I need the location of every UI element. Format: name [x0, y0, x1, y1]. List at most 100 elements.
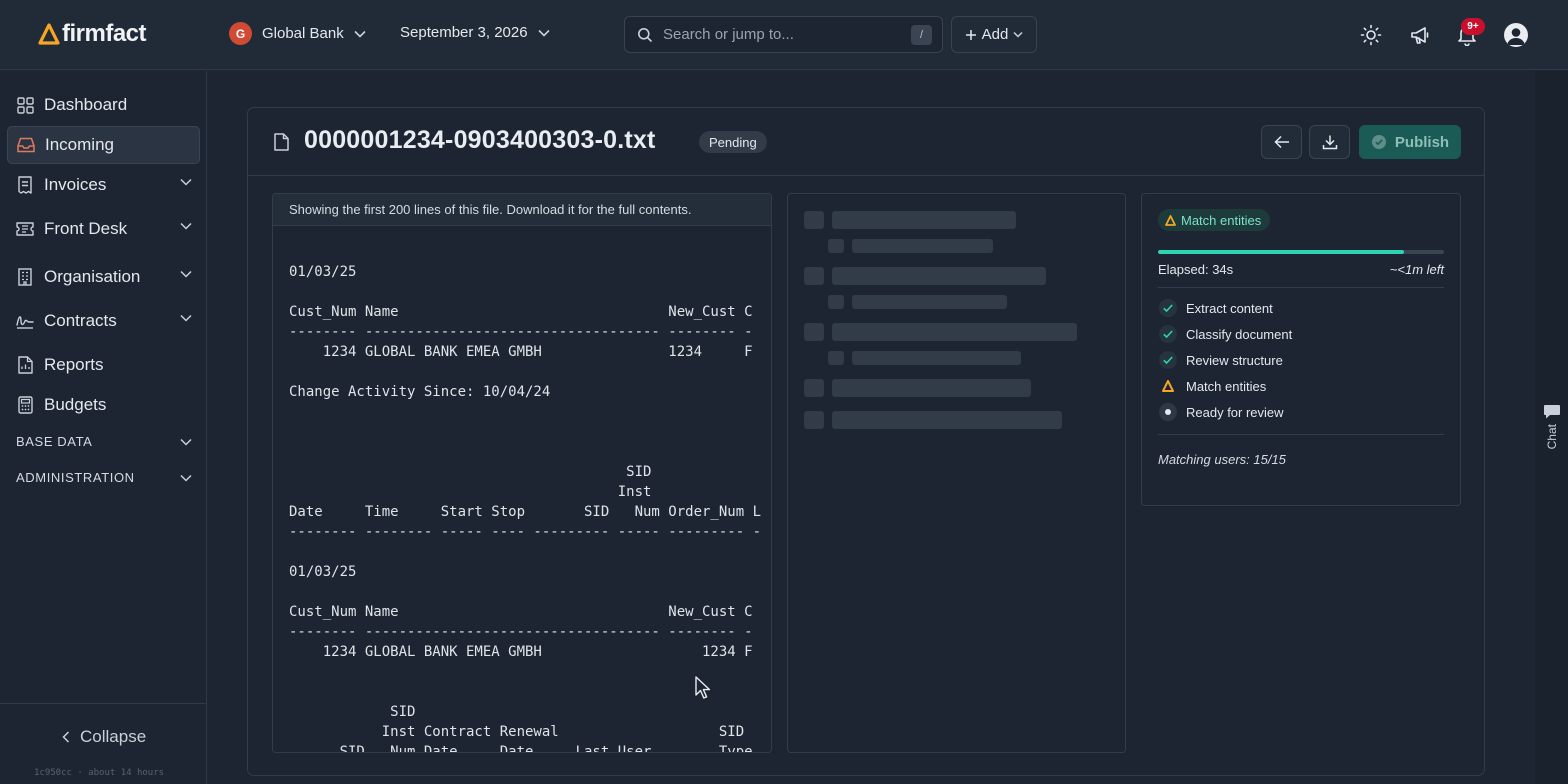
skeleton-block [804, 267, 824, 285]
search-shortcut-key: / [911, 25, 932, 45]
file-line [289, 402, 761, 422]
skeleton-block [852, 239, 993, 253]
search-box[interactable]: / [624, 16, 943, 53]
app-logo[interactable]: firmfact [38, 20, 147, 48]
check-icon [1158, 350, 1178, 370]
build-info: 1c950cc · about 14 hours [34, 768, 165, 778]
sidebar-item-organisation[interactable]: Organisation [7, 258, 200, 296]
chevron-down-icon [1013, 31, 1023, 38]
step-label: Ready for review [1186, 404, 1284, 420]
calculator-icon [16, 396, 34, 414]
check-icon [1158, 298, 1178, 318]
announcements-button[interactable] [1407, 22, 1433, 48]
file-line: SID [289, 704, 416, 720]
collapse-button[interactable]: Collapse [62, 727, 146, 747]
sun-icon [1360, 24, 1382, 46]
file-line: Change Activity Since: 10/04/24 [289, 384, 551, 400]
file-line: SID [289, 464, 652, 480]
document-header: 0000001234-0903400303-0.txt Pending Publ… [248, 108, 1484, 176]
warning-triangle-icon [1165, 214, 1176, 226]
current-step-badge: Match entities [1158, 209, 1271, 231]
file-line: 1234 GLOBAL BANK EMEA GMBH 1234 F [289, 644, 753, 660]
step-extract-content: Extract content [1158, 298, 1273, 318]
step-ready-for-review: Ready for review [1158, 402, 1284, 422]
sidebar-item-label: Front Desk [44, 219, 128, 238]
sidebar-item-label: Incoming [45, 135, 114, 154]
sidebar-section-base-data[interactable]: BASE DATA [16, 434, 192, 449]
step-label: Review structure [1186, 352, 1283, 368]
ticket-icon [16, 220, 34, 238]
chat-label: Chat [1545, 424, 1559, 450]
mouse-cursor-icon [695, 676, 711, 699]
sidebar-item-incoming[interactable]: Incoming [7, 126, 200, 164]
date-selector[interactable]: September 3, 2026 [400, 24, 550, 41]
file-line: Inst Contract Renewal SID [289, 724, 745, 740]
sidebar-item-contracts[interactable]: Contracts [7, 302, 200, 340]
skeleton-block [804, 211, 824, 229]
skeleton-block [852, 295, 1007, 309]
sidebar: Dashboard Incoming Invoices Front Desk O… [0, 71, 207, 784]
signature-icon [16, 312, 34, 330]
step-label: Match entities [1186, 378, 1267, 394]
step-label: Extract content [1186, 300, 1273, 316]
organization-selector[interactable]: G Global Bank [229, 22, 366, 45]
skeleton-block [828, 295, 844, 309]
skeleton-block [832, 267, 1046, 285]
report-icon [16, 356, 34, 374]
sidebar-item-label: Contracts [44, 311, 117, 330]
megaphone-icon [1411, 27, 1429, 44]
sidebar-item-front-desk[interactable]: Front Desk [7, 210, 200, 248]
file-content: 01/03/25 Cust_Num Name New_Cust C -------… [289, 262, 762, 753]
sidebar-item-invoices[interactable]: Invoices [7, 166, 200, 204]
sidebar-section-administration[interactable]: ADMINISTRATION [16, 470, 192, 485]
add-button[interactable]: Add [951, 16, 1037, 53]
sidebar-item-dashboard[interactable]: Dashboard [7, 86, 200, 124]
file-line [289, 422, 761, 442]
matching-users: Matching users: 15/15 [1158, 452, 1286, 467]
grid-icon [16, 96, 34, 114]
sidebar-item-label: Organisation [44, 267, 141, 286]
chat-tab[interactable]: Chat [1542, 404, 1562, 460]
chevron-down-icon [538, 29, 550, 37]
skeleton-block [828, 239, 844, 253]
org-name: Global Bank [262, 25, 344, 42]
download-icon [1322, 135, 1337, 150]
sidebar-item-reports[interactable]: Reports [7, 346, 200, 384]
chevron-down-icon [180, 438, 192, 446]
skeleton-block [804, 323, 824, 341]
add-label: Add [981, 26, 1009, 43]
back-button[interactable] [1261, 125, 1302, 159]
section-label: BASE DATA [16, 434, 93, 449]
user-avatar[interactable] [1504, 23, 1528, 47]
top-bar: firmfact G Global Bank September 3, 2026… [0, 0, 1568, 70]
file-line: Cust_Num Name New_Cust C [289, 304, 753, 320]
download-button[interactable] [1309, 125, 1350, 159]
search-input[interactable] [663, 26, 893, 43]
skeleton-block [832, 411, 1062, 429]
file-line: Cust_Num Name New_Cust C [289, 604, 753, 620]
building-icon [16, 268, 34, 286]
theme-toggle[interactable] [1358, 22, 1384, 48]
progress-bar-fill [1158, 250, 1404, 254]
file-line: -------- -------- ----- ---- --------- -… [289, 524, 762, 540]
sidebar-item-label: Budgets [44, 395, 107, 414]
divider [1158, 434, 1444, 435]
arrow-left-icon [1273, 135, 1289, 149]
publish-button[interactable]: Publish [1359, 125, 1461, 159]
section-label: ADMINISTRATION [16, 470, 135, 485]
skeleton-block [804, 379, 824, 397]
file-line [289, 282, 761, 302]
chat-icon [1544, 405, 1560, 419]
document-card: 0000001234-0903400303-0.txt Pending Publ… [247, 107, 1485, 776]
status-badge: Pending [699, 131, 767, 153]
logo-mark-icon [38, 23, 60, 45]
sidebar-item-budgets[interactable]: Budgets [7, 386, 200, 424]
skeleton-block [832, 323, 1077, 341]
file-line: 01/03/25 [289, 264, 357, 280]
chevron-down-icon [180, 222, 192, 230]
step-label: Classify document [1186, 326, 1293, 342]
file-preview[interactable]: Showing the first 200 lines of this file… [272, 193, 772, 753]
file-line: SID Num Date Date Last User Type [289, 744, 753, 753]
step-classify-document: Classify document [1158, 324, 1292, 344]
chevron-down-icon [180, 178, 192, 186]
